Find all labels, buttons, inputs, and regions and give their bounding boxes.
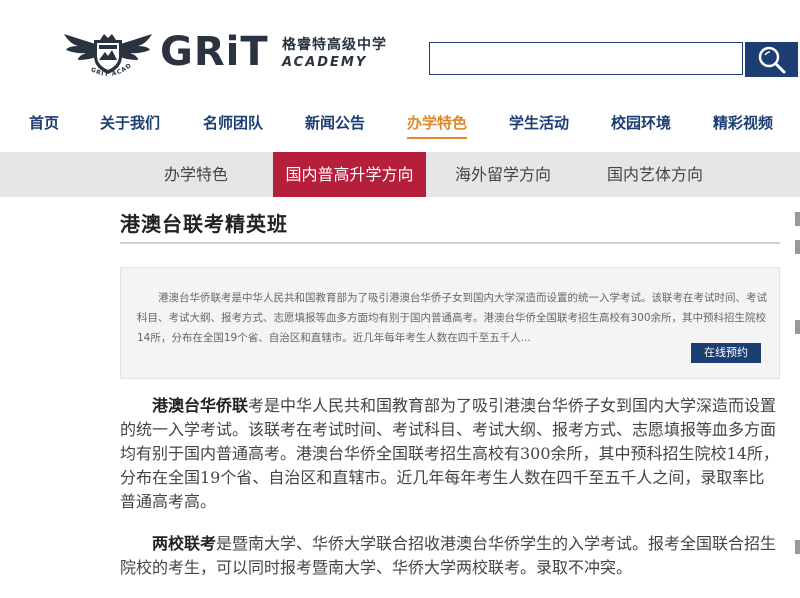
search-icon — [758, 46, 786, 74]
nav-item-news[interactable]: 新闻公告 — [305, 112, 365, 133]
sub-nav: 办学特色 国内普高升学方向 海外留学方向 国内艺体方向 — [0, 152, 800, 197]
paragraph-lead: 两校联考 — [152, 534, 217, 553]
eagle-emblem-icon[interactable]: GRIT ACADEMY — [60, 26, 156, 86]
tab-arts-sports[interactable]: 国内艺体方向 — [596, 152, 714, 197]
summary-text: 港澳台华侨联考是中华人民共和国教育部为了吸引港澳台华侨子女到国内大学深造而设置的… — [137, 292, 767, 344]
search-button[interactable] — [745, 42, 798, 77]
nav-item-campus[interactable]: 校园环境 — [611, 112, 671, 133]
search-input[interactable] — [429, 42, 743, 75]
title-divider — [120, 242, 780, 244]
summary-box: 港澳台华侨联考是中华人民共和国教育部为了吸引港澳台华侨子女到国内大学深造而设置的… — [120, 267, 780, 379]
article-body: 港澳台华侨联考是中华人民共和国教育部为了吸引港澳台华侨子女到国内大学深造而设置的… — [120, 394, 780, 598]
page-title: 港澳台联考精英班 — [120, 212, 288, 236]
nav-item-about[interactable]: 关于我们 — [100, 112, 160, 133]
tab-features[interactable]: 办学特色 — [140, 152, 252, 197]
tab-overseas-study[interactable]: 海外留学方向 — [444, 152, 562, 197]
school-name-cn: 格睿特高级中学 — [282, 37, 387, 53]
article-paragraph: 港澳台华侨联考是中华人民共和国教育部为了吸引港澳台华侨子女到国内大学深造而设置的… — [120, 394, 780, 514]
main-nav: 首页 关于我们 名师团队 新闻公告 办学特色 学生活动 校园环境 精彩视频 — [0, 100, 800, 150]
nav-item-videos[interactable]: 精彩视频 — [713, 112, 773, 133]
scrollbar[interactable] — [792, 210, 800, 598]
tab-domestic-high-school[interactable]: 国内普高升学方向 — [273, 152, 426, 197]
site-header: GRIT ACADEMY GRiT 格睿特高级中学 ACADEMY — [0, 0, 800, 100]
nav-item-features[interactable]: 办学特色 — [407, 112, 468, 139]
online-reservation-button[interactable]: 在线预约 — [691, 343, 761, 363]
nav-item-activities[interactable]: 学生活动 — [509, 112, 569, 133]
nav-item-teachers[interactable]: 名师团队 — [203, 112, 263, 133]
paragraph-text: 是暨南大学、华侨大学联合招收港澳台华侨学生的入学考试。报考全国联合招生院校的考生… — [120, 534, 777, 577]
nav-item-home[interactable]: 首页 — [29, 112, 59, 133]
school-name-en: ACADEMY — [282, 55, 368, 70]
paragraph-lead: 港澳台华侨联 — [152, 396, 249, 415]
logo-wordmark[interactable]: GRiT — [160, 32, 269, 72]
article-paragraph: 两校联考是暨南大学、华侨大学联合招收港澳台华侨学生的入学考试。报考全国联合招生院… — [120, 532, 780, 580]
